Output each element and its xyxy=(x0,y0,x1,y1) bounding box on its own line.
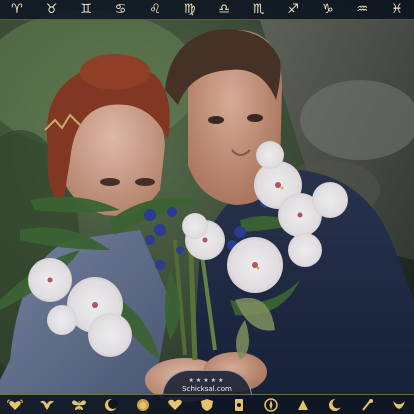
lion-icon[interactable] xyxy=(134,397,152,413)
stars-icon[interactable] xyxy=(358,397,376,413)
gemini-icon[interactable]: ♊︎ xyxy=(75,0,97,20)
wings-icon[interactable] xyxy=(390,397,408,413)
heart-wings-icon[interactable] xyxy=(6,397,24,413)
scorpio-icon[interactable]: ♏︎ xyxy=(248,0,270,20)
love-icon[interactable] xyxy=(166,397,184,413)
couple-photo xyxy=(0,0,414,414)
libra-icon[interactable]: ♎︎ xyxy=(213,0,235,20)
moon-icon[interactable] xyxy=(326,397,344,413)
aries-icon[interactable]: ♈︎ xyxy=(6,0,28,20)
pisces-icon[interactable]: ♓︎ xyxy=(386,0,408,20)
butterfly-icon[interactable] xyxy=(70,397,88,413)
brand-badge[interactable]: ★★★★★ Schicksal.com xyxy=(162,370,252,397)
cancer-icon[interactable]: ♋︎ xyxy=(110,0,132,20)
leo-icon[interactable]: ♌︎ xyxy=(144,0,166,20)
shield-icon[interactable] xyxy=(198,397,216,413)
zodiac-sign-bar: ♈︎ ♉︎ ♊︎ ♋︎ ♌︎ ♍︎ ♎︎ ♏︎ ♐︎ ♑︎ ♒︎ ♓︎ xyxy=(0,0,414,20)
aquarius-icon[interactable]: ♒︎ xyxy=(351,0,373,20)
crystal-ball-icon[interactable] xyxy=(294,397,312,413)
capricorn-icon[interactable]: ♑︎ xyxy=(317,0,339,20)
moon-face-icon[interactable] xyxy=(102,397,120,413)
brand-name: Schicksal.com xyxy=(182,385,232,393)
tarot-icon[interactable] xyxy=(230,397,248,413)
brand-stars: ★★★★★ xyxy=(188,377,226,384)
taurus-icon[interactable]: ♉︎ xyxy=(41,0,63,20)
bird-icon[interactable] xyxy=(38,397,56,413)
photo-viewer: ♈︎ ♉︎ ♊︎ ♋︎ ♌︎ ♍︎ ♎︎ ♏︎ ♐︎ ♑︎ ♒︎ ♓︎ ★★★★… xyxy=(0,0,414,414)
virgo-icon[interactable]: ♍︎ xyxy=(179,0,201,20)
sagittarius-icon[interactable]: ♐︎ xyxy=(282,0,304,20)
bottom-icon-bar xyxy=(0,394,414,414)
compass-icon[interactable] xyxy=(262,397,280,413)
